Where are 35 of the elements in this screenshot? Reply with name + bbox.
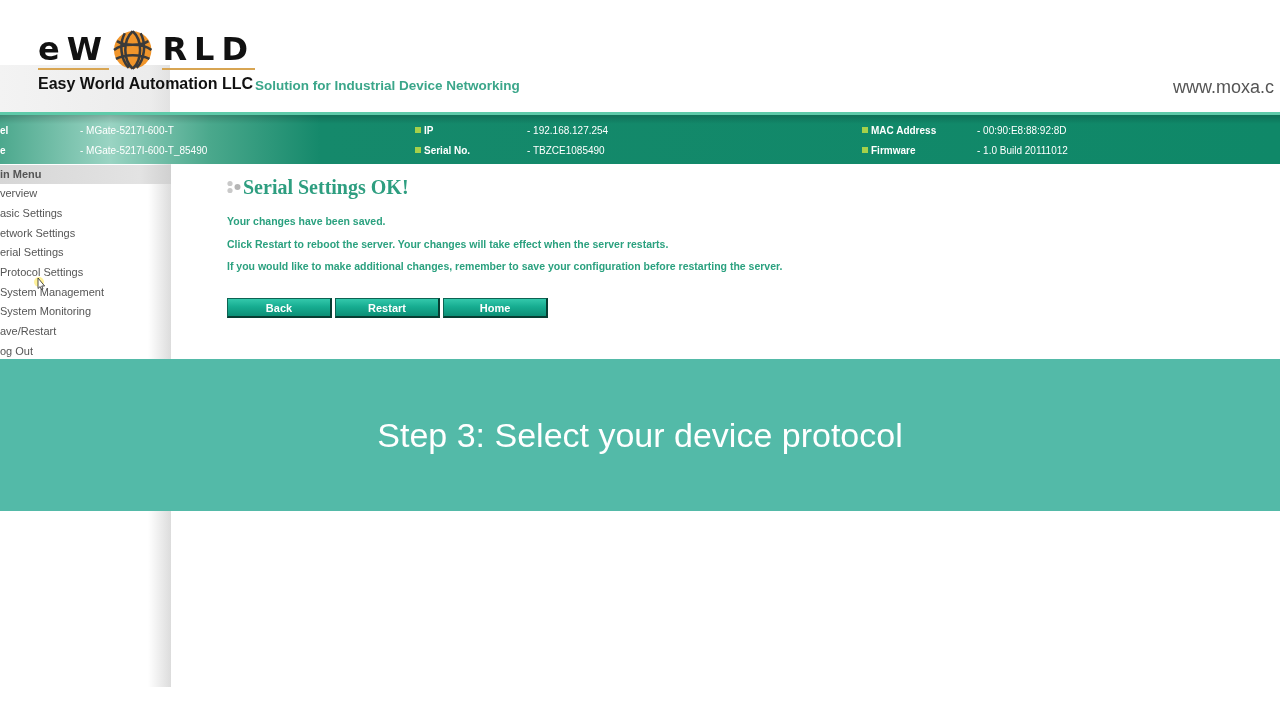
menu-item[interactable]: System Monitoring	[0, 305, 92, 319]
tagline: Solution for Industrial Device Networking	[255, 78, 520, 94]
info-label: Firmware	[871, 144, 916, 156]
info-value: - MGate-5217I-600-T	[80, 124, 174, 136]
logo-wordmark: eW	[38, 30, 109, 70]
sidebar-title: in Menu	[0, 165, 171, 184]
company-name: Easy World Automation LLC	[38, 75, 255, 93]
page-title: Serial Settings OK!	[243, 177, 409, 197]
caption-text: Step 3: Select your device protocol	[377, 415, 903, 455]
menu-item[interactable]: System Management	[0, 285, 104, 299]
cursor-icon	[33, 277, 47, 290]
info-value: - TBZCE1085490	[527, 144, 605, 156]
info-label: e	[0, 144, 6, 156]
message-text: Your changes have been saved.	[227, 214, 387, 228]
globe-icon	[113, 30, 153, 70]
info-value: - MGate-5217I-600-T_85490	[80, 144, 208, 156]
menu-item[interactable]: erial Settings	[0, 246, 64, 260]
info-label: el	[0, 124, 9, 136]
menu-item[interactable]: ave/Restart	[0, 325, 57, 339]
message-text: Click Restart to reboot the server. Your changes will take effect when the server restarts.	[227, 236, 670, 251]
website-url: www.moxa.c	[1172, 77, 1274, 97]
menu-item[interactable]: verview	[0, 187, 38, 201]
menu-item[interactable]: asic Settings	[0, 207, 63, 221]
info-label: IP	[424, 124, 434, 136]
logo-wordmark: RLD	[162, 30, 255, 70]
menu-item[interactable]: Protocol Settings	[0, 266, 84, 280]
info-label: MAC Address	[871, 124, 937, 136]
info-value: - 192.168.127.254	[527, 124, 609, 136]
message-text: If you would like to make additional changes, remember to save your configuration before restarting the server.	[227, 259, 783, 273]
info-value: - 1.0 Build 20111012	[977, 144, 1068, 156]
info-label: Serial No.	[424, 144, 471, 156]
dots-icon	[227, 180, 241, 194]
info-value: - 00:90:E8:88:92:8D	[977, 124, 1067, 136]
menu-item[interactable]: etwork Settings	[0, 226, 76, 240]
menu-item[interactable]: og Out	[0, 344, 34, 358]
